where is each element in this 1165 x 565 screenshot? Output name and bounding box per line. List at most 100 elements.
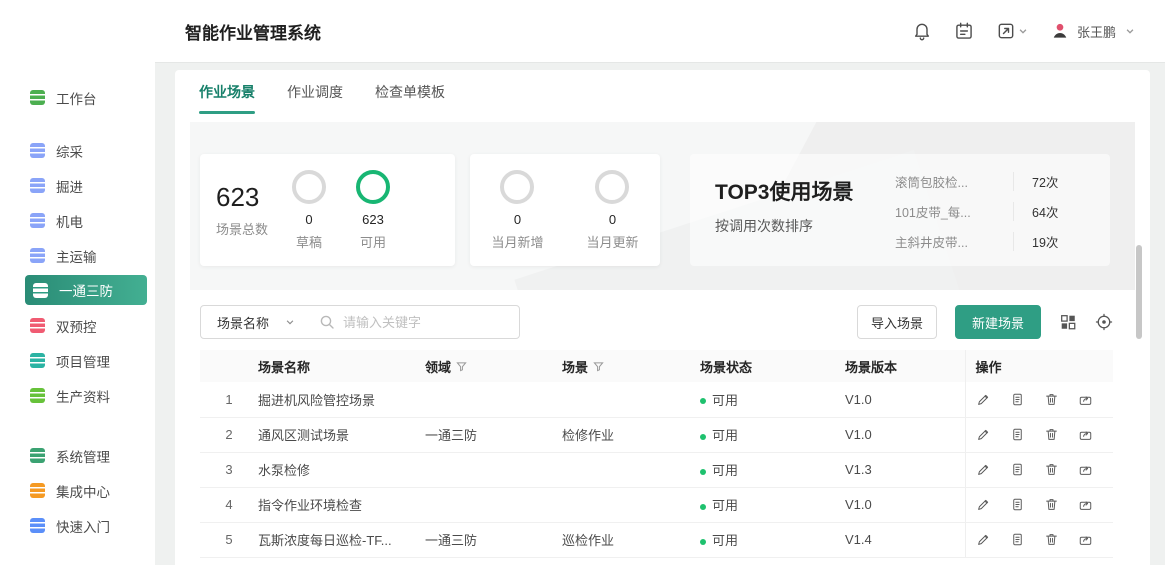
search-input[interactable]: [343, 315, 519, 330]
sidebar: 工作台 综采 掘进 机电 主运输 一通三防 双预控 项目管理: [0, 0, 155, 565]
sidebar-item-label: 机电: [56, 211, 83, 231]
delete-icon[interactable]: [1044, 392, 1059, 407]
scene-name: 指令作业环境检查: [258, 487, 425, 522]
scene-type: 巡检作业: [562, 522, 700, 557]
copy-doc-icon[interactable]: [1010, 392, 1025, 407]
scene-version: V1.3: [845, 452, 965, 487]
month-new-stat: 0 当月新增: [491, 170, 543, 251]
sidebar-item-system-management[interactable]: 系统管理: [0, 438, 155, 473]
delete-icon[interactable]: [1044, 532, 1059, 547]
sidebar-item-production-data[interactable]: 生产资料: [0, 378, 155, 413]
delete-icon[interactable]: [1044, 497, 1059, 512]
user-menu[interactable]: 张王鹏: [1050, 21, 1135, 41]
scene-status: 可用: [700, 522, 845, 557]
share-icon[interactable]: [1078, 462, 1093, 477]
filter-icon[interactable]: [593, 361, 604, 372]
draft-value: 0: [305, 212, 312, 227]
sidebar-item-jidian[interactable]: 机电: [0, 203, 155, 238]
table-row[interactable]: 2通风区测试场景一通三防检修作业可用V1.0: [200, 417, 1113, 452]
status-dot: [700, 434, 706, 440]
scene-type: 检修作业: [562, 417, 700, 452]
sidebar-item-label: 生产资料: [56, 386, 110, 406]
draft-label: 草稿: [296, 232, 322, 251]
app-switcher[interactable]: [996, 21, 1028, 41]
top3-item-name: 滚筒包胶检...: [895, 172, 1013, 191]
scene-domain: [425, 487, 562, 522]
sidebar-item-zhuyunshu[interactable]: 主运输: [0, 238, 155, 273]
copy-doc-icon[interactable]: [1010, 497, 1025, 512]
delete-icon[interactable]: [1044, 427, 1059, 442]
scene-version: V1.0: [845, 417, 965, 452]
tab-checklist-template[interactable]: 检查单模板: [375, 82, 445, 114]
tab-work-scene[interactable]: 作业场景: [199, 82, 255, 114]
column-header-status: 场景状态: [700, 350, 845, 382]
chevron-down-icon: [1018, 26, 1028, 36]
search-field-select[interactable]: 场景名称: [201, 313, 309, 332]
delete-icon[interactable]: [1044, 462, 1059, 477]
top3-item-count: 64次: [1013, 202, 1058, 221]
month-new-ring-chart: [500, 170, 534, 204]
sidebar-item-project-management[interactable]: 项目管理: [0, 343, 155, 378]
status-badge: 可用: [712, 463, 738, 478]
edit-icon[interactable]: [976, 392, 991, 407]
settings-icon[interactable]: [1095, 313, 1113, 331]
table-toolbar: 场景名称 导入场景 新建场景: [200, 305, 1113, 339]
calendar-icon[interactable]: [954, 21, 974, 41]
search-group: 场景名称: [200, 305, 520, 339]
column-header-scene[interactable]: 场景: [562, 350, 700, 382]
share-icon[interactable]: [1078, 427, 1093, 442]
version-switch-icon: [996, 21, 1016, 41]
chevron-down-icon: [1125, 26, 1135, 36]
table-row[interactable]: 3水泵检修可用V1.3: [200, 452, 1113, 487]
status-dot: [700, 398, 706, 404]
tab-work-schedule[interactable]: 作业调度: [287, 82, 343, 114]
row-actions: [965, 382, 1113, 417]
status-badge: 可用: [712, 393, 738, 408]
share-icon[interactable]: [1078, 392, 1093, 407]
sidebar-item-yitongsanfang[interactable]: 一通三防: [25, 275, 147, 305]
column-header-action: 操作: [965, 350, 1113, 382]
sidebar-item-quick-start[interactable]: 快速入门: [0, 508, 155, 543]
edit-icon[interactable]: [976, 462, 991, 477]
sidebar-item-integration-center[interactable]: 集成中心: [0, 473, 155, 508]
edit-icon[interactable]: [976, 497, 991, 512]
card-view-icon[interactable]: [1059, 313, 1077, 331]
share-icon[interactable]: [1078, 532, 1093, 547]
edit-icon[interactable]: [976, 532, 991, 547]
sidebar-item-zongcai[interactable]: 综采: [0, 133, 155, 168]
sidebar-item-label: 系统管理: [56, 446, 110, 466]
share-icon[interactable]: [1078, 497, 1093, 512]
sidebar-item-workbench[interactable]: 工作台: [0, 80, 155, 115]
month-update-value: 0: [609, 212, 616, 227]
scene-domain: 一通三防: [425, 522, 562, 557]
scrollbar-thumb[interactable]: [1136, 245, 1142, 339]
sidebar-item-label: 快速入门: [56, 516, 110, 536]
top3-usage-panel: TOP3使用场景 按调用次数排序 滚筒包胶检... 72次 101皮带_每...…: [690, 154, 1110, 266]
scene-status: 可用: [700, 487, 845, 522]
edit-icon[interactable]: [976, 427, 991, 442]
month-update-stat: 0 当月更新: [586, 170, 638, 251]
scene-version: V1.0: [845, 487, 965, 522]
production-icon: [30, 388, 45, 403]
top3-item-count: 19次: [1013, 232, 1058, 251]
main-content-card: 作业场景 作业调度 检查单模板 623 场景总数 0 草稿 623 可用: [175, 70, 1150, 565]
row-index: 3: [200, 452, 258, 487]
bell-icon[interactable]: [912, 21, 932, 41]
import-scene-button[interactable]: 导入场景: [857, 305, 937, 339]
copy-doc-icon[interactable]: [1010, 532, 1025, 547]
filter-icon[interactable]: [456, 361, 467, 372]
table-row[interactable]: 4指令作业环境检查可用V1.0: [200, 487, 1113, 522]
create-scene-button[interactable]: 新建场景: [955, 305, 1041, 339]
column-header-domain[interactable]: 领域: [425, 350, 562, 382]
scene-table: 场景名称 领域 场景 场景状态 场景版本: [200, 350, 1113, 558]
sidebar-item-shuangyukong[interactable]: 双预控: [0, 308, 155, 343]
copy-doc-icon[interactable]: [1010, 427, 1025, 442]
copy-doc-icon[interactable]: [1010, 462, 1025, 477]
table-row[interactable]: 1掘进机风险管控场景可用V1.0: [200, 382, 1113, 417]
scene-name: 掘进机风险管控场景: [258, 382, 425, 417]
table-row[interactable]: 5瓦斯浓度每日巡检-TF...一通三防巡检作业可用V1.4: [200, 522, 1113, 557]
row-index: 5: [200, 522, 258, 557]
sidebar-item-juejin[interactable]: 掘进: [0, 168, 155, 203]
scene-status: 可用: [700, 417, 845, 452]
scene-name: 瓦斯浓度每日巡检-TF...: [258, 522, 425, 557]
